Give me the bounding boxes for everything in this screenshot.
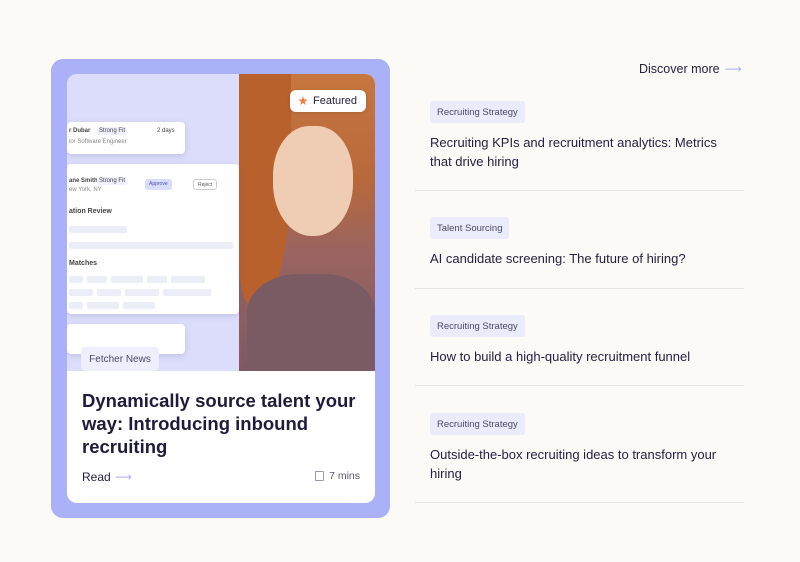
mock-approve-button: Approve <box>145 179 172 190</box>
mock-review-panel: ane Smith Strong Fit ew York, NY Approve… <box>67 164 239 314</box>
article-item[interactable]: Talent Sourcing AI candidate screening: … <box>415 217 744 289</box>
mock-bar <box>87 302 119 309</box>
article-tag[interactable]: Recruiting Strategy <box>430 101 525 123</box>
article-title[interactable]: AI candidate screening: The future of hi… <box>430 249 730 268</box>
mock-bar <box>69 242 233 249</box>
arrow-right-icon: ⟶ <box>114 470 132 484</box>
mock-bar <box>69 226 127 233</box>
mock-matches-title: Matches <box>69 260 98 267</box>
photo-face <box>273 126 353 236</box>
star-icon <box>298 96 308 106</box>
read-label: Read <box>82 470 111 484</box>
mock-bar <box>171 276 205 283</box>
featured-badge-label: Featured <box>313 95 358 107</box>
read-link[interactable]: Read ⟶ <box>82 470 132 484</box>
discover-more-link[interactable]: Discover more ⟶ <box>639 62 742 76</box>
mock-fit-tag: Strong Fit <box>97 177 128 185</box>
mock-bar <box>123 302 155 309</box>
article-item[interactable]: Recruiting Strategy How to build a high-… <box>415 315 744 386</box>
mock-bar <box>125 289 159 296</box>
mock-role: ior Software Engineer <box>69 139 127 145</box>
mock-candidate-name: r Dubar <box>69 128 91 134</box>
mock-fit-tag: Strong Fit <box>97 127 128 135</box>
mock-bar <box>147 276 167 283</box>
mock-location: ew York, NY <box>69 187 102 193</box>
read-time: 7 mins <box>315 470 360 482</box>
article-title[interactable]: Outside-the-box recruiting ideas to tran… <box>430 445 730 483</box>
category-chip[interactable]: Fetcher News <box>81 347 159 371</box>
mock-reject-button: Reject <box>193 179 218 190</box>
woman-photo <box>239 74 375 371</box>
clock-icon <box>315 471 325 481</box>
read-time-label: 7 mins <box>329 470 360 482</box>
mock-bar <box>97 289 121 296</box>
mock-bar <box>163 289 211 296</box>
article-tag[interactable]: Talent Sourcing <box>430 217 510 239</box>
mock-bar <box>69 302 83 309</box>
mock-time: 2 days <box>157 128 175 134</box>
hero-image: r Dubar Strong Fit 2 days ior Software E… <box>67 74 375 371</box>
mock-bar <box>69 289 93 296</box>
article-tag[interactable]: Recruiting Strategy <box>430 413 525 435</box>
mock-section-title: ation Review <box>69 208 112 215</box>
article-title[interactable]: Recruiting KPIs and recruitment analytic… <box>430 133 730 171</box>
article-item[interactable]: Recruiting Strategy Outside-the-box recr… <box>415 413 744 503</box>
article-title[interactable]: How to build a high-quality recruitment … <box>430 347 730 366</box>
mock-bar <box>87 276 107 283</box>
mock-bar <box>111 276 143 283</box>
arrow-right-icon: ⟶ <box>724 62 742 76</box>
photo-shirt <box>247 274 375 371</box>
article-tag[interactable]: Recruiting Strategy <box>430 315 525 337</box>
featured-title[interactable]: Dynamically source talent your way: Intr… <box>82 389 367 458</box>
featured-article-card[interactable]: r Dubar Strong Fit 2 days ior Software E… <box>67 74 375 503</box>
mock-bar <box>69 276 83 283</box>
mock-candidate-name: ane Smith <box>69 178 98 184</box>
article-item[interactable]: Recruiting Strategy Recruiting KPIs and … <box>415 101 744 191</box>
featured-badge: Featured <box>290 90 367 112</box>
discover-more-label: Discover more <box>639 62 720 76</box>
mock-candidate-card: r Dubar Strong Fit 2 days ior Software E… <box>67 122 185 154</box>
